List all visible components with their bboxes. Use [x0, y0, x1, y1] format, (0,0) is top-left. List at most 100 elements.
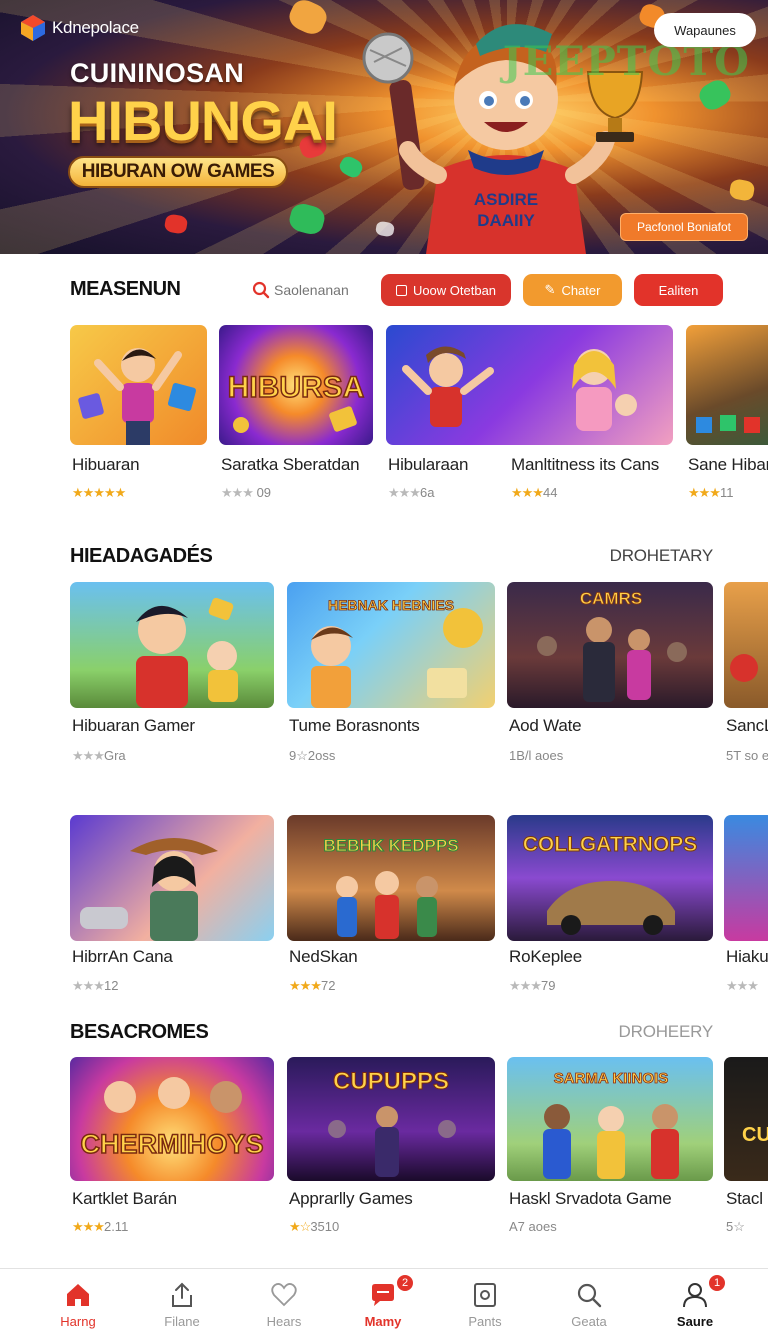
frame-icon	[474, 1283, 496, 1307]
nav-label: Filane	[164, 1314, 200, 1329]
nav-label: Pants	[468, 1314, 502, 1329]
thumbnail-art-text: SARMA KIINOIS	[554, 1070, 668, 1087]
game-thumbnail: HEBNAK HEBNIES	[287, 582, 495, 708]
rating-count: 3510	[310, 1219, 340, 1234]
nav-label: Hears	[266, 1314, 302, 1329]
rating-stars: ★★★	[72, 978, 105, 993]
game-thumbnail	[70, 582, 274, 708]
game-title: Kartklet Barán	[72, 1189, 177, 1208]
brand-logo[interactable]: Kdnepolace	[20, 14, 139, 42]
hero-pill-label[interactable]: HIBURAN OW GAMES	[68, 156, 288, 188]
nav-item-favorites[interactable]: Hears	[234, 1269, 334, 1344]
section-title: MEASENUN	[70, 278, 181, 300]
notification-badge: 1	[707, 1273, 727, 1293]
rating-count: 5☆	[726, 1219, 745, 1234]
search-box[interactable]	[252, 274, 372, 306]
heart-icon	[271, 1283, 297, 1307]
nav-label: Saure	[676, 1314, 714, 1329]
game-title: Apprarlly Games	[289, 1189, 413, 1208]
nav-item-messages[interactable]: 2 Mamy	[333, 1269, 433, 1344]
home-icon	[67, 1284, 89, 1306]
rating-count: 44	[542, 485, 558, 500]
section-see-all-link[interactable]: DROHETARY	[610, 546, 714, 566]
game-rating: 5☆	[726, 1219, 745, 1235]
search-input[interactable]	[274, 282, 370, 298]
rating-stars: ★★★	[221, 485, 254, 500]
game-rating: 1B/l aoes	[509, 748, 563, 763]
game-rating: ★★★79	[509, 978, 555, 994]
hero-subtitle: CUININOSAN	[70, 58, 245, 88]
nav-label: Mamy	[364, 1314, 402, 1329]
game-title: Saratka Sberatdan	[221, 455, 360, 474]
hero-title: HIBUNGAI	[68, 89, 338, 152]
profile-icon	[683, 1283, 707, 1308]
nav-label: Geata	[571, 1314, 607, 1329]
game-rating: ★★★★★	[72, 485, 126, 501]
hero-shirt-text-1: ASDIRE	[474, 190, 538, 209]
thumbnail-art-text: CUPUPPS	[333, 1068, 449, 1095]
game-title: Manltitness its Cans	[511, 455, 660, 474]
game-title: Stacl	[726, 1189, 763, 1208]
rating-count: 9☆2oss	[289, 748, 336, 763]
game-thumbnail	[724, 815, 768, 941]
game-rating: ★★★44	[511, 485, 557, 501]
rating-stars: ★★★★★	[72, 485, 126, 500]
rating-stars: ★★★	[509, 978, 542, 993]
top-right-button[interactable]: Wapaunes	[654, 13, 756, 47]
rating-count: 72	[320, 978, 336, 993]
rating-stars: ★★★	[72, 1219, 105, 1234]
rating-count: 12	[103, 978, 119, 993]
game-rating: ★★★ 09	[221, 485, 271, 501]
game-title: NedSkan	[289, 947, 358, 966]
rating-stars: ★★★	[72, 748, 105, 763]
game-thumbnail	[70, 815, 274, 941]
nav-item-share[interactable]: Filane	[132, 1269, 232, 1344]
share-icon	[172, 1282, 192, 1307]
game-thumbnail	[70, 325, 207, 445]
hexagon-logo-icon	[21, 15, 45, 41]
rating-count: 6a	[419, 485, 435, 500]
filter-chip-3[interactable]: Ealiten	[634, 274, 723, 306]
game-rating: 5T so e	[726, 748, 768, 763]
game-title: SancL	[726, 716, 768, 735]
nav-item-home[interactable]: Harng	[28, 1269, 128, 1344]
filter-chip-3-label: Ealiten	[658, 282, 699, 298]
game-rating: ★★★12	[72, 978, 118, 994]
thumbnail-art-text: CHERMIHOYS	[80, 1129, 263, 1159]
game-rating: ★★★72	[289, 978, 335, 994]
game-thumbnail	[686, 325, 768, 445]
rating-count: 1B/l aoes	[509, 748, 564, 763]
rating-count: 79	[540, 978, 556, 993]
game-thumbnail: HIBURSA	[219, 325, 373, 445]
game-rating: ★★★2.11	[72, 1219, 128, 1235]
section-see-all-link[interactable]: DROHEERY	[619, 1022, 714, 1042]
rating-stars: ★★★	[511, 485, 544, 500]
rating-count: A7 aoes	[509, 1219, 557, 1234]
game-rating: ★☆3510	[289, 1219, 339, 1235]
section-heading: BESACROMES	[70, 1021, 209, 1043]
filter-chip-2-label: Chater	[561, 282, 601, 298]
game-thumbnail: CAMRS	[507, 582, 713, 708]
nav-item-frame[interactable]: Pants	[435, 1269, 535, 1344]
game-thumbnail: SARMA KIINOIS	[507, 1057, 713, 1181]
game-rating: ★★★Gra	[72, 748, 126, 764]
nav-item-search[interactable]: Geata	[539, 1269, 639, 1344]
game-thumbnail: CUPUPPS	[287, 1057, 495, 1181]
game-title: RoKeplee	[509, 947, 583, 966]
rating-stars: ★★★	[388, 485, 421, 500]
search-icon	[252, 281, 270, 299]
filter-chip-2[interactable]: ✎ Chater	[523, 274, 622, 306]
brand-name: Kdnepolace	[52, 18, 139, 37]
rating-count: 09	[252, 485, 272, 500]
game-title: Aod Wate	[509, 716, 582, 735]
thumbnail-art-text: HEBNAK HEBNIES	[328, 597, 454, 613]
nav-item-profile[interactable]: 1 Saure	[645, 1269, 745, 1344]
game-thumbnail-wide	[386, 325, 673, 445]
game-rating: ★★★	[726, 978, 759, 994]
hero-banner[interactable]: ASDIRE DAAIIY Kdnepolace JEEPTOTO Wapaun…	[0, 0, 768, 254]
bottom-navigation: Harng Filane Hears 2 Mamy Pants Geata 1 …	[0, 1268, 768, 1344]
game-thumbnail: BEBHK KEDPPS	[287, 815, 495, 941]
filter-chip-1[interactable]: Uoow Otetban	[381, 274, 511, 306]
promo-button[interactable]: Pacfonol Boniafot	[620, 213, 748, 241]
game-thumbnail	[724, 582, 768, 708]
